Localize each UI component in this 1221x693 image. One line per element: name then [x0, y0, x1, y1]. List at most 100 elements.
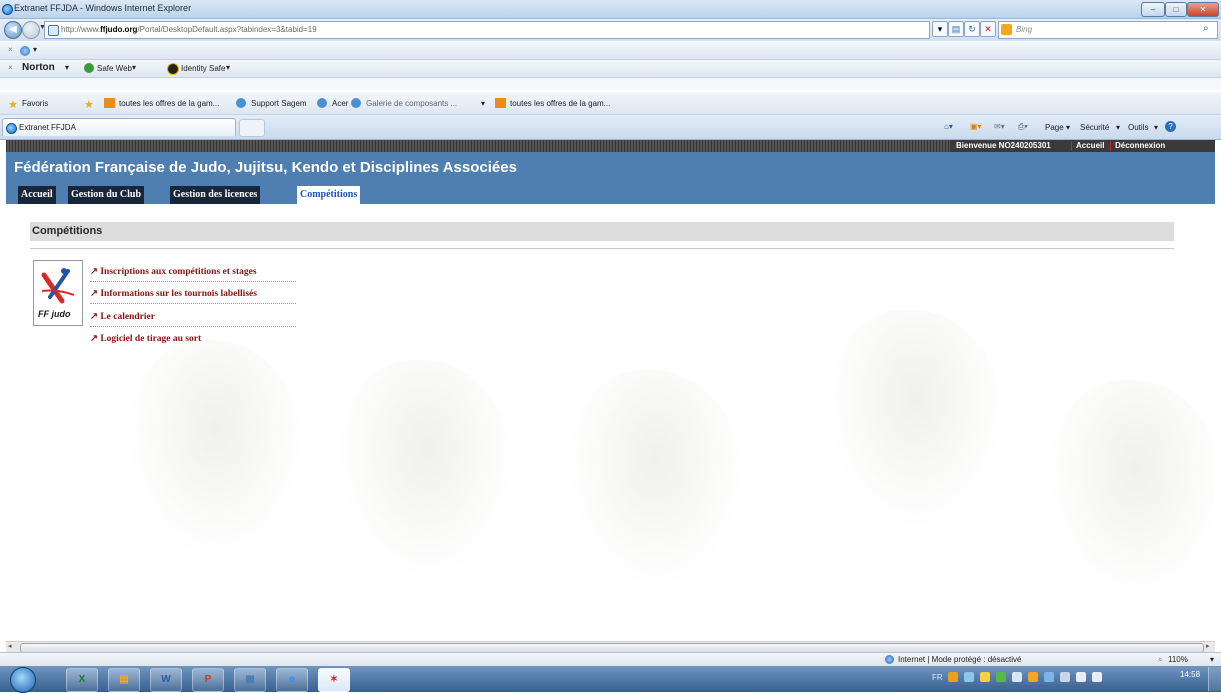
fav-dropdown-icon[interactable]: ▾	[481, 99, 485, 108]
back-button[interactable]: ◀	[4, 21, 22, 39]
forward-button[interactable]	[22, 21, 40, 39]
calculator-taskbar-icon[interactable]: ▦	[234, 668, 266, 692]
page-viewport	[6, 140, 1215, 640]
search-icon[interactable]: ⌕	[1203, 23, 1209, 34]
ffjudo-taskbar-icon[interactable]: ✶	[318, 668, 350, 692]
address-dropdown-icon[interactable]: ▾	[932, 21, 948, 37]
tab-favicon	[6, 123, 17, 134]
command-bar: ⌂▾ ▣▾ ✉▾ ⎙▾ Page ▾ Sécurité ▾ Outils ▾ ?	[944, 119, 1216, 135]
accueil-link[interactable]: Accueil	[1076, 140, 1104, 152]
section-divider	[30, 248, 1174, 249]
link-separator	[90, 303, 296, 304]
bing-icon	[1001, 24, 1012, 35]
minimize-button[interactable]: –	[1141, 2, 1165, 17]
tray-icon[interactable]	[948, 672, 958, 682]
section-header: Compétitions	[30, 222, 1174, 241]
link-inscriptions[interactable]: ↗ Inscriptions aux compétitions et stage…	[90, 266, 257, 277]
safe-web-icon	[84, 63, 94, 73]
feeds-icon[interactable]: ▣▾	[970, 122, 982, 131]
folder-taskbar-icon[interactable]: ▤	[108, 668, 140, 692]
fav-item-5[interactable]: toutes les offres de la gam...	[510, 99, 610, 108]
search-placeholder: Bing	[1016, 25, 1033, 34]
search-input[interactable]: Bing ⌕	[998, 21, 1218, 39]
link-calendrier[interactable]: ↗ Le calendrier	[90, 311, 155, 322]
start-button[interactable]	[10, 667, 36, 693]
word-taskbar-icon[interactable]: W	[150, 668, 182, 692]
judo-watermark	[566, 370, 746, 590]
judo-watermark	[1046, 380, 1215, 600]
close-norton-icon[interactable]: ×	[8, 63, 13, 72]
link-tirage[interactable]: ↗ Logiciel de tirage au sort	[90, 333, 201, 344]
powerpoint-taskbar-icon[interactable]: P	[192, 668, 224, 692]
ie-toolbar-icon[interactable]	[20, 46, 30, 56]
ffjudo-logo: FF judo	[33, 260, 83, 326]
mail-icon[interactable]: ✉▾	[994, 122, 1005, 131]
safe-web-dropdown-icon[interactable]: ▾	[132, 63, 136, 72]
favorites-bar: ★ Favoris ★ toutes les offres de la gam.…	[0, 92, 1221, 115]
clock-time[interactable]: 14:58	[1180, 670, 1200, 679]
close-button[interactable]: ✕	[1187, 2, 1219, 17]
spacer-row	[0, 78, 1221, 90]
link-tournois[interactable]: ↗ Informations sur les tournois labellis…	[90, 288, 257, 299]
show-desktop-button[interactable]	[1208, 667, 1221, 691]
add-favorite-icon[interactable]: ★	[84, 98, 94, 111]
fav-item-1[interactable]: toutes les offres de la gam...	[119, 99, 219, 108]
logo-text: FF judo	[38, 309, 71, 319]
ie-page-icon	[236, 98, 246, 108]
language-indicator[interactable]: FR	[932, 673, 943, 682]
url-path: /Portal/DesktopDefault.aspx?tabindex=3&t…	[137, 25, 317, 34]
status-bar: Internet | Mode protégé : désactivé ⌕ 11…	[0, 652, 1221, 667]
tray-icon[interactable]	[1060, 672, 1070, 682]
zoom-level[interactable]: 110%	[1168, 655, 1188, 664]
close-toolbar-icon[interactable]: ×	[8, 45, 13, 54]
norton-dropdown-icon[interactable]: ▾	[65, 63, 69, 72]
print-icon[interactable]: ⎙▾	[1018, 122, 1028, 132]
judo-watermark	[336, 360, 516, 580]
tray-icon[interactable]	[964, 672, 974, 682]
norton-button[interactable]: Norton	[22, 62, 55, 73]
ie-taskbar-icon[interactable]: e	[276, 668, 308, 692]
window-title: Extranet FFJDA - Windows Internet Explor…	[14, 3, 192, 13]
home-icon[interactable]: ⌂▾	[944, 122, 953, 131]
command-toolbar: × ▾	[0, 42, 1221, 60]
identity-safe-icon	[167, 63, 179, 75]
volume-icon[interactable]	[1092, 672, 1102, 682]
excel-taskbar-icon[interactable]: X	[66, 668, 98, 692]
zoom-dropdown-icon[interactable]: ▾	[1210, 655, 1214, 664]
address-input[interactable]: http://www.ffjudo.org/Portal/DesktopDefa…	[44, 21, 930, 39]
tray-icon[interactable]	[1012, 672, 1022, 682]
nav-gestion-club[interactable]: Gestion du Club	[68, 186, 145, 204]
security-menu[interactable]: Sécurité	[1080, 123, 1109, 132]
scroll-left-icon[interactable]: ◂	[8, 642, 12, 650]
compatibility-view-icon[interactable]: ▤	[948, 21, 964, 37]
safe-web-button[interactable]: Safe Web	[97, 64, 132, 73]
favorites-button[interactable]: Favoris	[22, 99, 48, 108]
network-icon[interactable]	[1076, 672, 1086, 682]
maximize-button[interactable]: □	[1165, 2, 1187, 17]
security-zone[interactable]: Internet | Mode protégé : désactivé	[898, 655, 1021, 664]
refresh-icon[interactable]: ↻	[964, 21, 980, 37]
identity-dropdown-icon[interactable]: ▾	[226, 63, 230, 72]
scroll-right-icon[interactable]: ▸	[1206, 642, 1210, 650]
logout-link[interactable]: Déconnexion	[1115, 140, 1165, 152]
toolbar-dropdown-icon[interactable]: ▾	[33, 45, 37, 54]
nav-gestion-licences[interactable]: Gestion des licences	[170, 186, 261, 204]
identity-safe-button[interactable]: Identity Safe	[181, 64, 225, 73]
nav-competitions[interactable]: Compétitions	[297, 186, 361, 204]
link-separator	[90, 326, 296, 327]
tray-icon[interactable]	[1028, 672, 1038, 682]
help-icon[interactable]: ?	[1165, 121, 1176, 132]
fav-item-2[interactable]: Support Sagem	[251, 99, 307, 108]
stop-icon[interactable]: ✕	[980, 21, 996, 37]
tray-icon[interactable]	[1044, 672, 1054, 682]
tools-menu[interactable]: Outils	[1128, 123, 1148, 132]
page-menu[interactable]: Page	[1045, 123, 1064, 132]
nav-accueil[interactable]: Accueil	[18, 186, 56, 204]
tray-icon[interactable]	[996, 672, 1006, 682]
tray-icon[interactable]	[980, 672, 990, 682]
tab-extranet[interactable]: Extranet FFJDA	[2, 118, 236, 136]
fav-item-3[interactable]: Acer	[332, 99, 348, 108]
new-tab-button[interactable]	[239, 119, 265, 137]
fav-item-4[interactable]: Galerie de composants ...	[366, 99, 457, 108]
url-domain: ffjudo.org	[100, 25, 138, 34]
